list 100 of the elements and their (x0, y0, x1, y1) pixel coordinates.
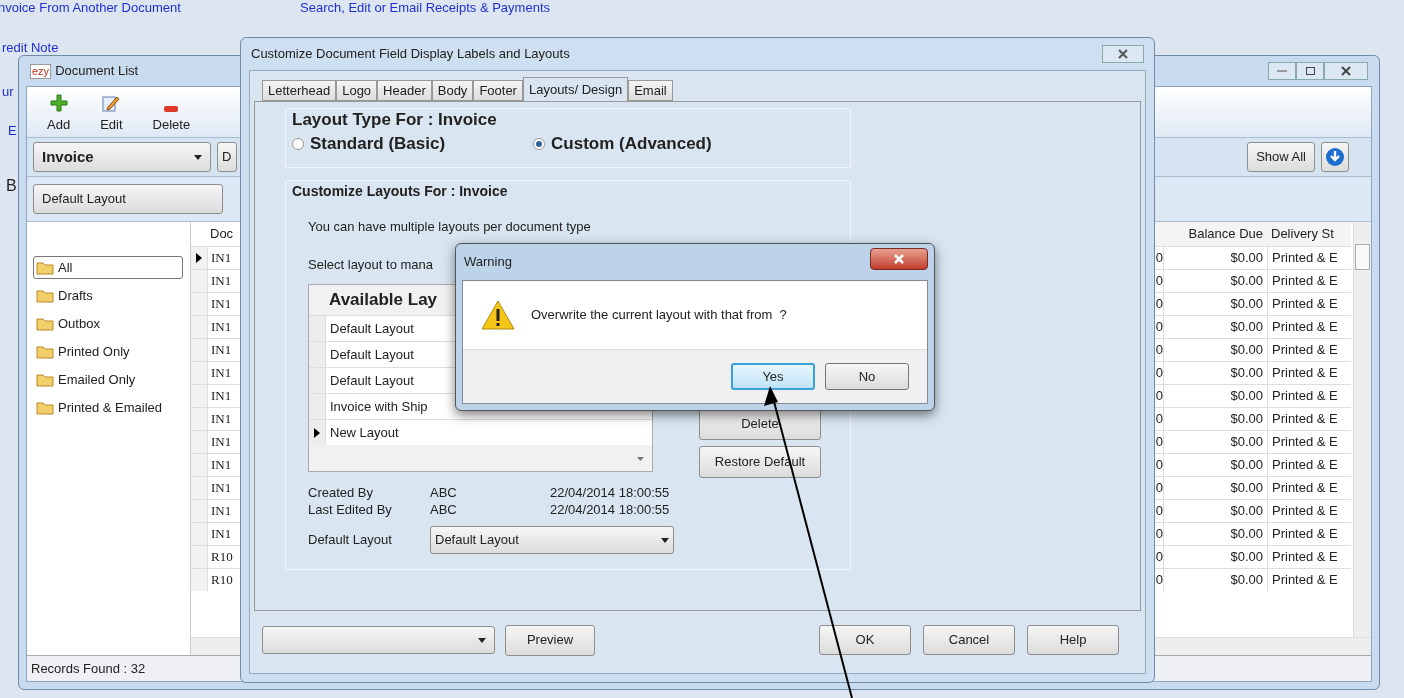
toolbar-button[interactable]: Edit (100, 92, 123, 134)
select-prompt: Select layout to mana (308, 255, 434, 274)
tab[interactable]: Email (628, 80, 673, 101)
show-all-button[interactable]: Show All (1247, 142, 1315, 172)
folder-item[interactable]: Outbox (33, 312, 190, 335)
dialog-button[interactable]: Help (1027, 625, 1119, 655)
table-cell: $0.00 (1163, 385, 1267, 407)
folder-item[interactable]: Emailed Only (33, 368, 190, 391)
folder-item[interactable]: Printed & Emailed (33, 396, 190, 419)
table-cell-text: 0 (1154, 548, 1163, 566)
dialog-button[interactable]: Yes (731, 363, 815, 390)
table-cell-text: 0 (1154, 295, 1163, 313)
toolbar-button[interactable]: Delete (152, 92, 191, 134)
table-cell: $0.00 (1163, 247, 1267, 269)
table-cell: $0.00 (1163, 270, 1267, 292)
table-cell: $0.00 (1163, 293, 1267, 315)
table-cell: Printed & E (1267, 523, 1351, 545)
folder-item[interactable]: Printed Only (33, 340, 190, 363)
template-dropdown[interactable] (262, 626, 495, 654)
table-cell: Printed & E (1267, 569, 1351, 591)
table-cell: Printed & E (1267, 408, 1351, 430)
tab[interactable]: Header (377, 80, 432, 101)
menu-link[interactable]: Search, Edit or Email Receipts & Payments (300, 0, 550, 15)
close-icon (894, 254, 904, 264)
table-cell-text: 0 (1154, 318, 1163, 336)
row-selector[interactable] (309, 420, 325, 445)
minus-icon (164, 105, 179, 112)
table-cell: $0.00 (1163, 431, 1267, 453)
table-cell-text: 0 (1154, 502, 1163, 520)
warning-icon (481, 300, 515, 330)
maximize-button[interactable] (1296, 62, 1324, 80)
folder-icon (36, 316, 54, 331)
filter-dropdown[interactable]: D (217, 142, 237, 172)
table-cell-text: 0 (1154, 387, 1163, 405)
table-cell-text: 0 (1154, 433, 1163, 451)
dialog-title: Customize Document Field Display Labels and Layouts (251, 45, 570, 64)
caret-icon (478, 637, 486, 643)
close-button[interactable] (1102, 45, 1144, 63)
dialog-button[interactable]: No (825, 363, 909, 390)
app-logo: ezy (30, 63, 52, 79)
pencil-paper-icon (102, 93, 121, 112)
dialog-button[interactable]: Cancel (923, 625, 1015, 655)
document-type-dropdown[interactable]: Invoice (33, 142, 211, 172)
dialog-button[interactable]: OK (819, 625, 911, 655)
menu-link[interactable]: E (8, 121, 17, 141)
table-cell-text: 0 (1154, 341, 1163, 359)
close-button[interactable] (870, 248, 928, 270)
table-cell: $0.00 (1163, 569, 1267, 591)
menu-link[interactable]: ur (2, 82, 14, 102)
close-button[interactable] (1324, 62, 1368, 80)
table-cell: $0.00 (1163, 454, 1267, 476)
table-cell: Printed & E (1267, 477, 1351, 499)
default-layout-dropdown[interactable]: Default Layout (430, 526, 674, 554)
section-label: B (6, 176, 17, 196)
download-button[interactable] (1321, 142, 1349, 172)
radio-option[interactable]: Custom (Advanced) (533, 131, 712, 157)
table-cell: $0.00 (1163, 362, 1267, 384)
radio-option[interactable]: Standard (Basic) (292, 131, 446, 157)
menu-link[interactable]: redit Note (2, 38, 59, 58)
folder-item[interactable]: All (33, 256, 183, 279)
table-cell-text: 0 (1154, 272, 1163, 290)
table-cell-text: 0 (1154, 456, 1163, 474)
tab[interactable]: Footer (473, 80, 523, 101)
tab[interactable]: Body (431, 80, 474, 101)
current-row-icon (196, 253, 202, 263)
vertical-scrollbar[interactable] (1353, 222, 1371, 637)
table-cell: Printed & E (1267, 247, 1351, 269)
field-value: ABC (430, 484, 458, 501)
field-value: 22/04/2014 18:00:55 (550, 501, 670, 518)
field-value: 22/04/2014 18:00:55 (550, 484, 670, 501)
table-cell: $0.00 (1163, 339, 1267, 361)
table-cell: $0.00 (1163, 546, 1267, 568)
table-cell: Printed & E (1267, 362, 1351, 384)
toolbar-button[interactable]: Add (47, 92, 71, 134)
preview-button[interactable]: Preview (505, 624, 595, 656)
table-cell: Printed & E (1267, 293, 1351, 315)
group-heading: Customize Layouts For : Invoice (292, 182, 509, 201)
table-cell: Printed & E (1267, 500, 1351, 522)
layout-dropdown[interactable]: Default Layout (33, 184, 223, 214)
tab[interactable]: Layouts/ Design (522, 77, 629, 101)
dialog-title: Warning (463, 253, 512, 272)
table-cell-text: 0 (1154, 479, 1163, 497)
scroll-down-icon (637, 457, 644, 461)
column-header: Delivery St (1270, 225, 1335, 243)
folder-icon (36, 288, 54, 303)
plus-icon (49, 93, 68, 112)
tab[interactable]: Letterhead (262, 80, 337, 101)
field-label: Default Layout (308, 531, 393, 550)
table-cell: New Layout (325, 420, 652, 445)
table-cell: Printed & E (1267, 454, 1351, 476)
table-cell-text: 0 (1154, 410, 1163, 428)
table-cell-text: 0 (1154, 525, 1163, 543)
records-found-status: Records Found : 32 (31, 659, 146, 678)
table-cell: Printed & E (1267, 270, 1351, 292)
column-header: Doc (209, 225, 235, 243)
tab[interactable]: Logo (336, 80, 378, 101)
folder-item[interactable]: Drafts (33, 284, 190, 307)
row-selector[interactable] (191, 247, 207, 269)
group-heading: Layout Type For : Invoice (292, 109, 498, 131)
close-icon (1118, 49, 1128, 59)
